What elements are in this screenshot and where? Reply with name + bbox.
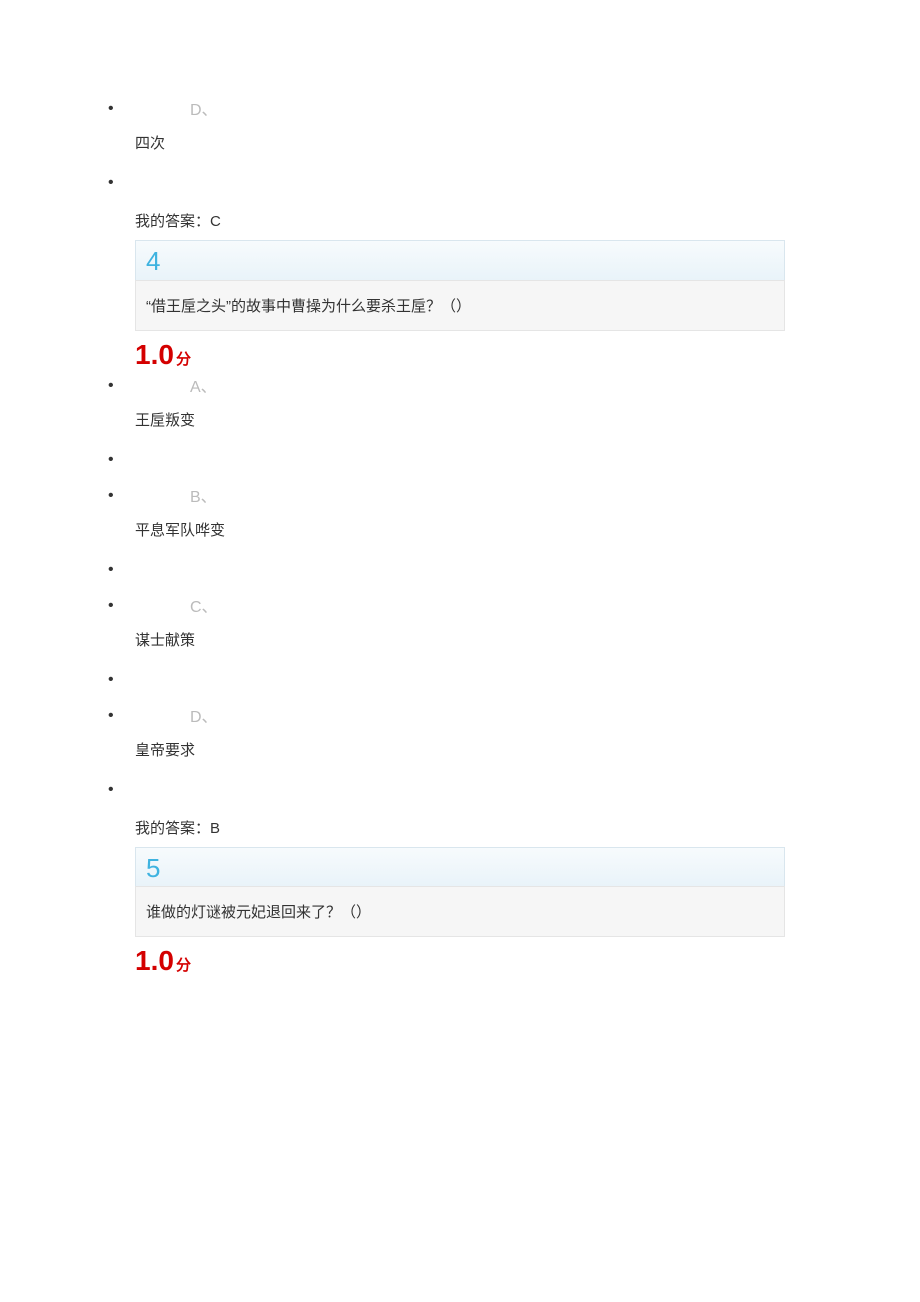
- option-text: 谋士献策: [135, 629, 920, 653]
- option-letter: D、: [135, 100, 920, 122]
- score-row: 1.0分: [135, 331, 785, 377]
- spacer-bullet: [0, 561, 920, 579]
- option-item-c: C、 谋士献策: [0, 597, 920, 653]
- spacer-bullet: [0, 671, 920, 689]
- option-text: 皇帝要求: [135, 739, 920, 763]
- my-answer-label: 我的答案：C: [135, 210, 785, 234]
- score-unit: 分: [176, 957, 191, 974]
- option-text: 王垕叛变: [135, 409, 920, 433]
- question-text: “借王垕之头”的故事中曹操为什么要杀王垕？（）: [135, 280, 785, 331]
- option-text: 平息军队哗变: [135, 519, 920, 543]
- option-text: 四次: [135, 132, 920, 156]
- option-item-a: A、 王垕叛变: [0, 377, 920, 433]
- answer-row: 我的答案：C: [135, 210, 785, 234]
- score-unit: 分: [176, 351, 191, 368]
- option-item-b: B、 平息军队哗变: [0, 487, 920, 543]
- question-number: 4: [146, 247, 774, 276]
- spacer-bullet: [0, 451, 920, 469]
- score-row: 1.0分: [135, 937, 785, 983]
- score-value: 1.0: [135, 945, 174, 976]
- question-block-5: 5 谁做的灯谜被元妃退回来了？（） 1.0分: [135, 847, 785, 984]
- spacer-bullet: [0, 174, 920, 192]
- question-text: 谁做的灯谜被元妃退回来了？（）: [135, 886, 785, 937]
- option-item-d: D、 四次: [0, 100, 920, 156]
- option-letter: C、: [135, 597, 920, 619]
- option-letter: A、: [135, 377, 920, 399]
- answer-row: 我的答案：B: [135, 817, 785, 841]
- spacer-bullet: [0, 781, 920, 799]
- question-number-bar: 5: [135, 847, 785, 887]
- option-item-d: D、 皇帝要求: [0, 707, 920, 763]
- option-letter: D、: [135, 707, 920, 729]
- score-value: 1.0: [135, 339, 174, 370]
- my-answer-label: 我的答案：B: [135, 817, 785, 841]
- question-number-bar: 4: [135, 240, 785, 280]
- question-number: 5: [146, 854, 774, 883]
- option-letter: B、: [135, 487, 920, 509]
- question-block-4: 4 “借王垕之头”的故事中曹操为什么要杀王垕？（） 1.0分: [135, 240, 785, 377]
